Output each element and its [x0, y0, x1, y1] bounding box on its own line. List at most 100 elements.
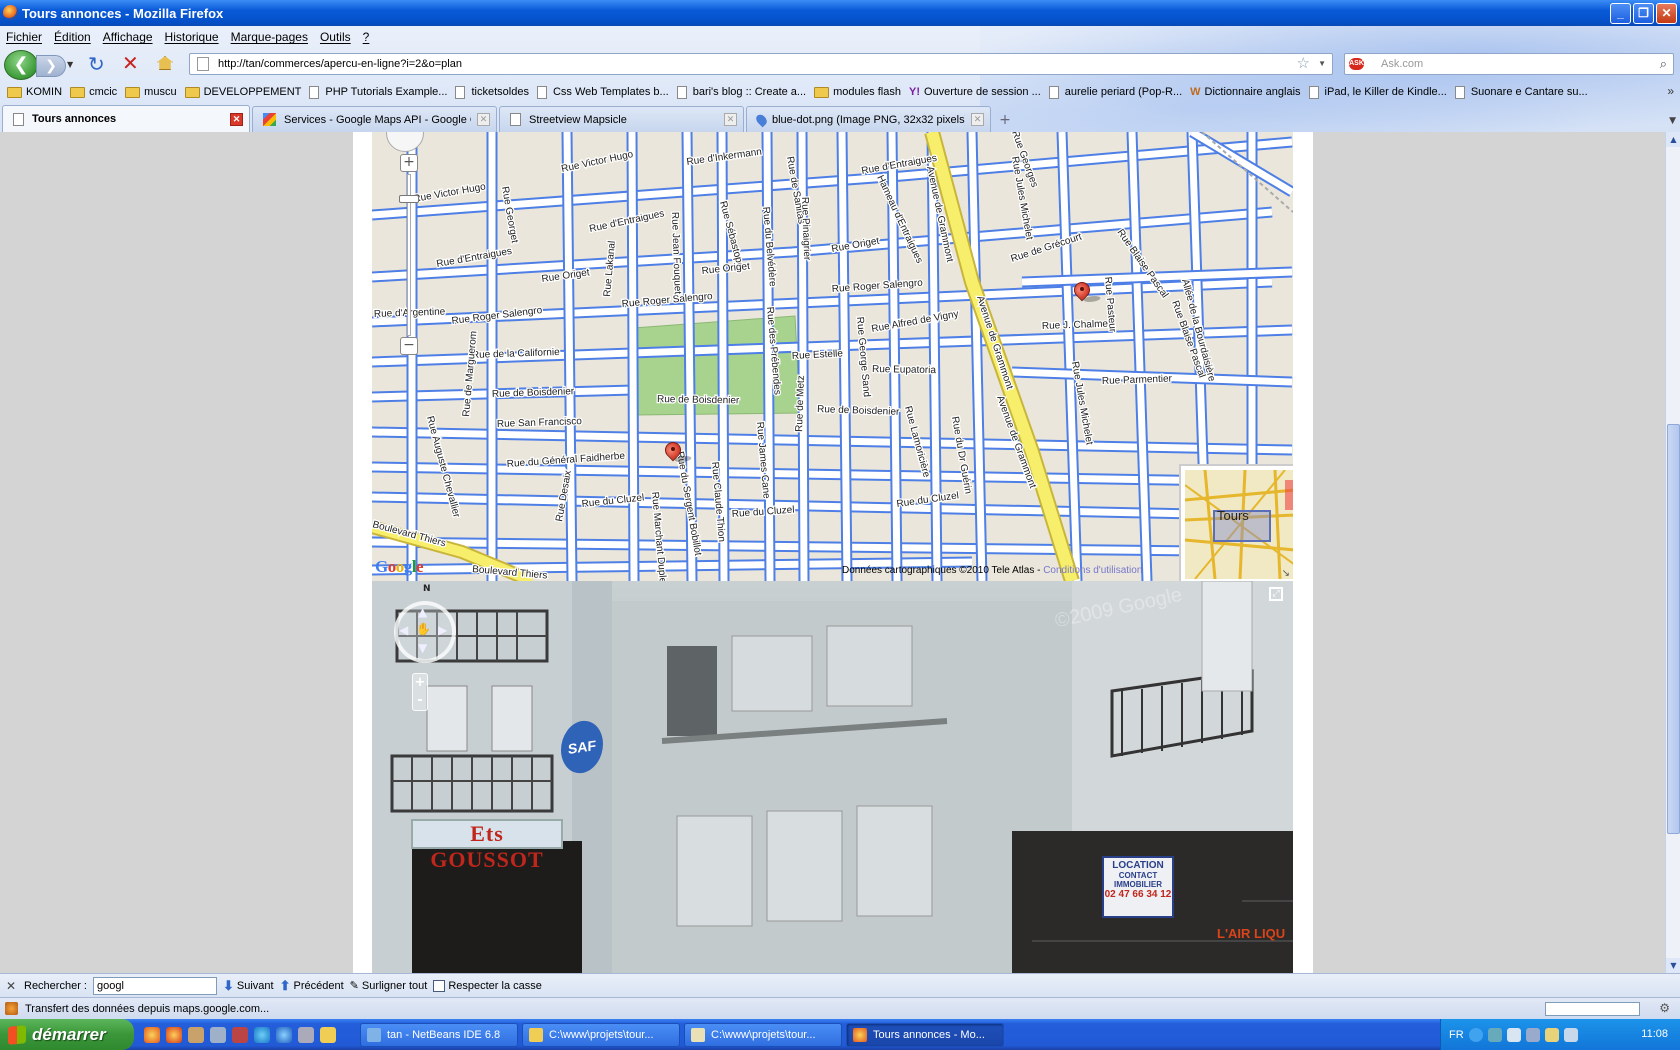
highlight-all-button[interactable]: ✎ Surligner tout [350, 979, 428, 993]
history-dropdown-icon[interactable]: ▼ [67, 60, 73, 69]
find-input[interactable]: googl [92, 976, 217, 995]
find-close-icon[interactable]: ✕ [6, 979, 18, 993]
bookmarks-overflow-icon[interactable]: » [1667, 84, 1674, 98]
url-dropdown-icon[interactable]: ▼ [1318, 54, 1326, 74]
language-indicator[interactable]: FR [1449, 1029, 1464, 1041]
bookmark-item[interactable]: bari's blog :: Create a... [675, 81, 812, 103]
map-zoom-in-button[interactable]: + [400, 154, 418, 172]
scroll-up-icon[interactable]: ▲ [1666, 132, 1680, 147]
addon-status-icon[interactable] [5, 1002, 18, 1015]
menu-edition[interactable]: Édition [54, 30, 91, 44]
bookmark-item[interactable]: iPad, le Killer de Kindle... [1307, 81, 1453, 103]
start-button[interactable]: démarrer [0, 1019, 134, 1050]
google-map[interactable]: Rue Victor Hugo Rue Victor Hugo Rue d'Inke… [372, 132, 1293, 581]
folder-launch-icon[interactable] [320, 1026, 336, 1043]
map-zoom-out-button[interactable]: − [400, 337, 418, 355]
tab-list-dropdown-icon[interactable]: ▼ [1669, 116, 1676, 126]
pan-left-icon[interactable]: ◀ [399, 623, 408, 637]
map-marker-icon[interactable] [1070, 278, 1103, 305]
new-tab-button[interactable]: + [993, 108, 1017, 132]
bookmark-item[interactable]: aurelie periard (Pop-R... [1047, 81, 1188, 103]
url-bar[interactable]: http://tan/commerces/apercu-en-ligne?i=2… [189, 53, 1333, 75]
tab-close-icon[interactable]: ✕ [477, 113, 490, 126]
bookmark-item[interactable]: muscu [123, 81, 182, 103]
home-icon[interactable] [157, 56, 173, 70]
street-view-zoom-in[interactable]: + [413, 674, 427, 692]
vertical-scrollbar[interactable]: ▲ ▼ [1665, 132, 1680, 973]
back-button[interactable]: ❮ [4, 50, 38, 80]
ie-alt-launch-icon[interactable] [276, 1026, 292, 1043]
tab-google-maps-api[interactable]: Services - Google Maps API - Google C...… [252, 106, 497, 132]
scroll-down-icon[interactable]: ▼ [1666, 958, 1680, 973]
tools-launch-icon[interactable] [210, 1026, 226, 1043]
clock[interactable]: 11:08 [1641, 1028, 1668, 1040]
pan-right-icon[interactable]: ▶ [438, 623, 447, 637]
google-logo[interactable]: Google [375, 557, 424, 577]
map-marker-icon[interactable] [661, 438, 694, 465]
search-box[interactable]: ASK Ask.com ⌕ [1344, 53, 1674, 75]
firefox-alt-launch-icon[interactable] [166, 1026, 182, 1043]
menu-historique[interactable]: Historique [165, 30, 219, 44]
street-view-panorama[interactable]: ©2009 Google Ets GOUSSOT SAF LOCATION CO… [372, 581, 1293, 973]
app-launch-icon[interactable] [232, 1026, 248, 1043]
shield-tray-icon[interactable] [1563, 1027, 1578, 1042]
antivirus-tray-icon[interactable] [1544, 1027, 1559, 1042]
close-button[interactable]: ✕ [1656, 3, 1677, 24]
task-explorer-1[interactable]: C:\www\projets\tour... [522, 1022, 680, 1047]
street-view-zoom[interactable]: + - [412, 673, 428, 711]
user-launch-icon[interactable] [188, 1026, 204, 1043]
task-firefox[interactable]: Tours annonces - Mo... [846, 1022, 1004, 1047]
task-explorer-2[interactable]: C:\www\projets\tour... [684, 1022, 842, 1047]
bookmark-item[interactable]: Css Web Templates b... [535, 81, 675, 103]
maximize-button[interactable]: ❐ [1633, 3, 1654, 24]
fullscreen-icon[interactable]: ⤢ [1269, 587, 1283, 601]
match-case-checkbox[interactable]: Respecter la casse [433, 979, 542, 992]
scrollbar-thumb[interactable] [1667, 424, 1680, 834]
media-launch-icon[interactable] [298, 1026, 314, 1043]
pan-down-icon[interactable]: ▼ [418, 641, 427, 655]
pan-up-icon[interactable]: ▲ [418, 605, 427, 619]
search-magnifier-icon[interactable]: ⌕ [1660, 54, 1667, 74]
street-view-compass[interactable]: ▲ ▼ ◀ ▶ ✋ [394, 601, 456, 663]
search-placeholder[interactable]: Ask.com [1381, 58, 1423, 70]
find-previous-button[interactable]: ⬆ Précédent [280, 978, 344, 994]
bookmark-item[interactable]: W Dictionnaire anglais [1188, 81, 1306, 103]
bookmark-item[interactable]: ticketsoldes [453, 81, 534, 103]
display-tray-icon[interactable] [1525, 1027, 1540, 1042]
bookmark-star-icon[interactable]: ☆ [1297, 54, 1310, 74]
overview-toggle-icon[interactable]: ↘ [1282, 568, 1290, 579]
ie-launch-icon[interactable] [254, 1026, 270, 1043]
hand-icon[interactable]: ✋ [416, 622, 431, 636]
bookmark-item[interactable]: modules flash [812, 81, 907, 103]
task-netbeans[interactable]: tan - NetBeans IDE 6.8 [360, 1022, 518, 1047]
tab-blue-dot-png[interactable]: blue-dot.png (Image PNG, 32x32 pixels) ✕ [746, 106, 991, 132]
minimize-button[interactable]: _ [1610, 3, 1631, 24]
menu-outils[interactable]: Outils [320, 30, 351, 44]
map-zoom-thumb[interactable] [399, 195, 419, 203]
usb-tray-icon[interactable] [1506, 1027, 1521, 1042]
bookmark-item[interactable]: PHP Tutorials Example... [307, 81, 453, 103]
help-tray-icon[interactable] [1468, 1027, 1483, 1042]
url-text[interactable]: http://tan/commerces/apercu-en-ligne?i=2… [218, 58, 462, 70]
menu-aide[interactable]: ? [363, 30, 370, 44]
street-view-zoom-out[interactable]: - [413, 692, 427, 710]
resize-grip-icon[interactable]: ⚙ [1659, 1001, 1670, 1015]
bookmark-item[interactable]: Suonare e Cantare su... [1453, 81, 1594, 103]
firefox-launch-icon[interactable] [144, 1026, 160, 1043]
tab-close-icon[interactable]: ✕ [230, 112, 243, 126]
menu-affichage[interactable]: Affichage [103, 30, 153, 44]
map-tiles[interactable]: Rue Victor HugoRue Victor HugoRue d'Inke… [372, 132, 1293, 581]
overview-map-tiles[interactable]: Tours [1185, 470, 1293, 579]
bookmark-item[interactable]: KOMIN [5, 81, 68, 103]
bookmark-item[interactable]: DEVELOPPEMENT [183, 81, 308, 103]
map-overview[interactable]: Tours ↘ [1179, 464, 1293, 581]
tab-streetview-mapsicle[interactable]: Streetview Mapsicle ✕ [499, 106, 744, 132]
reload-icon[interactable]: ↻ [88, 54, 105, 74]
menu-fichier[interactable]: Fichier [6, 30, 42, 44]
bookmark-item[interactable]: cmcic [68, 81, 123, 103]
menu-marque-pages[interactable]: Marque-pages [231, 30, 308, 44]
find-next-button[interactable]: ⬇ Suivant [223, 978, 274, 994]
ask-engine-icon[interactable]: ASK [1349, 58, 1364, 70]
network-tray-icon[interactable] [1487, 1027, 1502, 1042]
tab-close-icon[interactable]: ✕ [971, 113, 984, 126]
